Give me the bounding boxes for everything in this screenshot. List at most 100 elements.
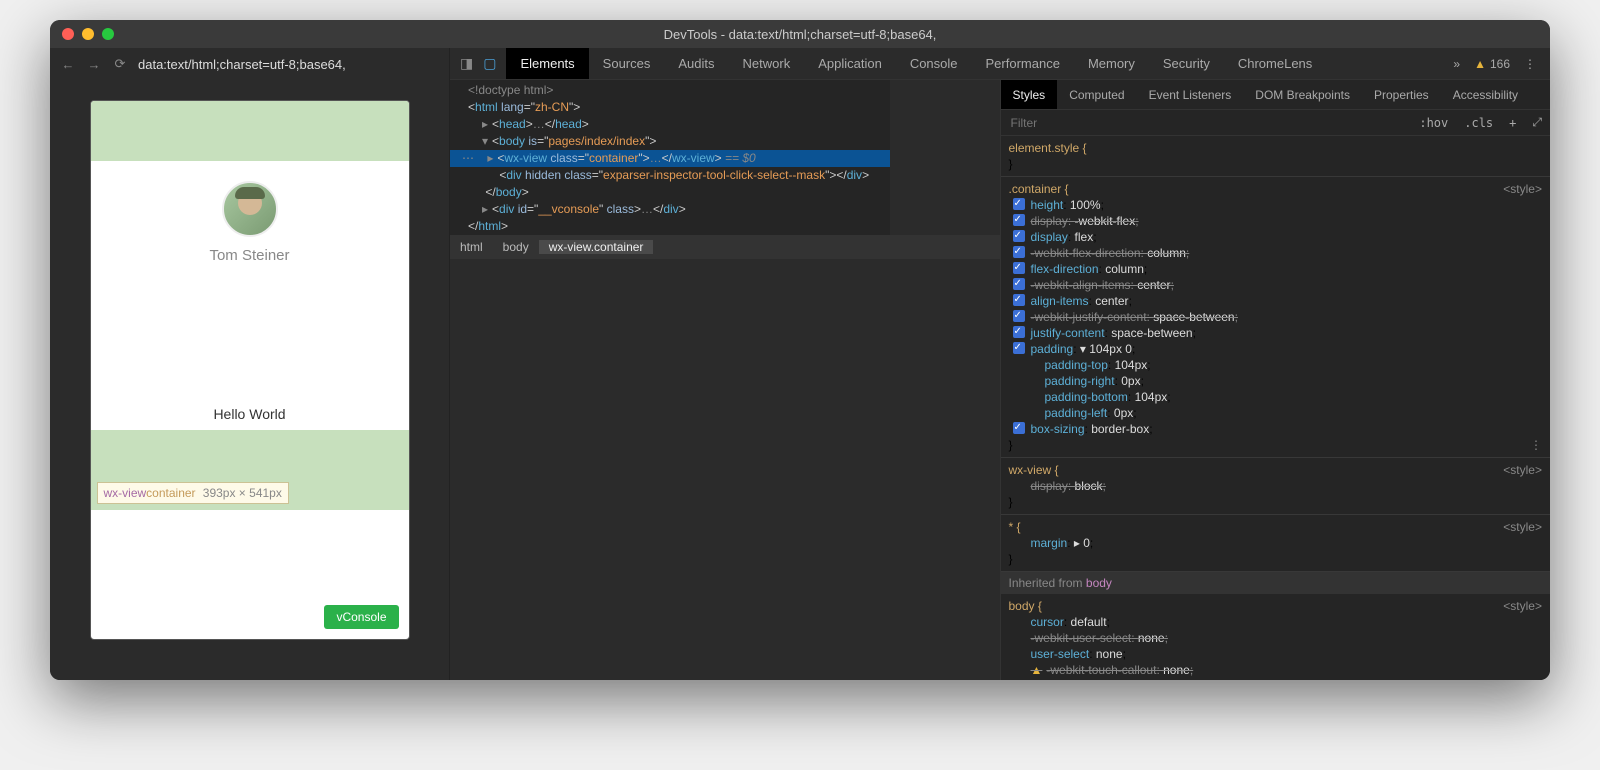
rule-element-style: element.style { }: [1001, 136, 1551, 177]
tab-security[interactable]: Security: [1149, 48, 1224, 79]
tab-elements[interactable]: Elements: [506, 48, 588, 79]
css-property[interactable]: justify-content: space-between;: [1009, 325, 1543, 341]
warnings-badge[interactable]: ▲ 166: [1474, 57, 1510, 71]
css-property[interactable]: ▲-webkit-touch-callout: none;: [1009, 662, 1543, 678]
checkbox-icon[interactable]: [1013, 262, 1025, 274]
tab-audits[interactable]: Audits: [664, 48, 728, 79]
hov-toggle[interactable]: :hov: [1411, 116, 1456, 130]
add-rule-button[interactable]: +: [1501, 116, 1524, 130]
forward-icon[interactable]: →: [86, 56, 102, 72]
sub-tabs: StylesComputedEvent ListenersDOM Breakpo…: [1001, 80, 1551, 110]
avatar: [222, 181, 278, 237]
breadcrumb-item[interactable]: html: [450, 240, 493, 254]
css-property[interactable]: display: block;: [1009, 478, 1543, 494]
filter-bar: :hov .cls + ⤢: [1001, 110, 1551, 136]
css-property[interactable]: display: -webkit-flex;: [1009, 213, 1543, 229]
main-tabs: ◨ ▢ ElementsSourcesAuditsNetworkApplicat…: [450, 48, 1550, 80]
css-property[interactable]: padding-left: 0px;: [1009, 405, 1543, 421]
tab-performance[interactable]: Performance: [972, 48, 1074, 79]
url-bar: ← → ⟳ data:text/html;charset=utf-8;base6…: [50, 48, 449, 80]
checkbox-icon[interactable]: [1013, 214, 1025, 226]
rule-container: .container {<style> height: 100%;display…: [1001, 177, 1551, 458]
css-property[interactable]: padding-top: 104px;: [1009, 357, 1543, 373]
css-property[interactable]: cursor: default;: [1009, 614, 1543, 630]
toolbar-icons: ◨ ▢: [450, 48, 506, 79]
checkbox-icon[interactable]: [1013, 278, 1025, 290]
dom-tree[interactable]: <!doctype html> <html lang="zh-CN"> ▸<he…: [450, 80, 890, 235]
rule-star: * {<style> margin: ▸ 0; }: [1001, 515, 1551, 572]
minimize-icon[interactable]: [82, 28, 94, 40]
checkbox-icon[interactable]: [1013, 326, 1025, 338]
device-toggle-icon[interactable]: ▢: [483, 55, 496, 72]
css-property[interactable]: display: flex;: [1009, 229, 1543, 245]
css-property[interactable]: align-items: center;: [1009, 293, 1543, 309]
css-property[interactable]: flex-direction: column;: [1009, 261, 1543, 277]
subtab-computed[interactable]: Computed: [1057, 80, 1136, 109]
css-property[interactable]: margin: ▸ 0;: [1009, 535, 1543, 551]
close-icon[interactable]: [62, 28, 74, 40]
url-text[interactable]: data:text/html;charset=utf-8;base64,: [138, 57, 439, 72]
inherited-header: Inherited from body: [1001, 572, 1551, 594]
subtab-event-listeners[interactable]: Event Listeners: [1137, 80, 1244, 109]
preview-panel: ← → ⟳ data:text/html;charset=utf-8;base6…: [50, 48, 450, 680]
checkbox-icon[interactable]: [1013, 246, 1025, 258]
device-footer: wx-viewcontainer 393px × 541px: [91, 430, 409, 510]
checkbox-icon[interactable]: [1013, 294, 1025, 306]
toolbar-right: » ▲ 166 ⋮: [1453, 48, 1550, 79]
more-icon[interactable]: ⋮: [1530, 437, 1542, 453]
subtab-accessibility[interactable]: Accessibility: [1441, 80, 1530, 109]
tab-chromelens[interactable]: ChromeLens: [1224, 48, 1326, 79]
tab-application[interactable]: Application: [804, 48, 896, 79]
css-property[interactable]: padding-bottom: 104px;: [1009, 389, 1543, 405]
breadcrumb-item[interactable]: body: [493, 240, 539, 254]
subtab-dom-breakpoints[interactable]: DOM Breakpoints: [1243, 80, 1362, 109]
style-rules[interactable]: element.style { } .container {<style> he…: [1001, 136, 1551, 680]
rule-wxview: wx-view {<style> display: block; }: [1001, 458, 1551, 515]
titlebar: DevTools - data:text/html;charset=utf-8;…: [50, 20, 1550, 48]
css-property[interactable]: -webkit-user-select: none;: [1009, 630, 1543, 646]
css-property[interactable]: padding: ▾ 104px 0;: [1009, 341, 1543, 357]
checkbox-icon[interactable]: [1013, 198, 1025, 210]
panels: <!doctype html> <html lang="zh-CN"> ▸<he…: [450, 80, 1550, 680]
checkbox-icon[interactable]: [1013, 230, 1025, 242]
breadcrumb-item[interactable]: wx-view.container: [539, 240, 654, 254]
window-title: DevTools - data:text/html;charset=utf-8;…: [664, 27, 937, 42]
warning-icon: ▲: [1031, 663, 1043, 677]
subtab-properties[interactable]: Properties: [1362, 80, 1441, 109]
device-frame: Tom Steiner Hello World wx-viewcontainer…: [90, 100, 410, 640]
vconsole-button[interactable]: vConsole: [324, 605, 398, 629]
device-area: Tom Steiner Hello World wx-viewcontainer…: [50, 80, 449, 680]
filter-input[interactable]: [1001, 116, 1412, 130]
subtab-styles[interactable]: Styles: [1001, 80, 1058, 109]
tab-network[interactable]: Network: [729, 48, 805, 79]
kebab-icon[interactable]: ⋮: [1524, 57, 1536, 71]
selected-dom-node[interactable]: ⋯ ▸<wx-view class="container">…</wx-view…: [450, 150, 890, 167]
inspect-icon[interactable]: ◨: [460, 55, 473, 72]
css-property[interactable]: box-sizing: border-box;: [1009, 421, 1543, 437]
tab-console[interactable]: Console: [896, 48, 972, 79]
tab-sources[interactable]: Sources: [589, 48, 665, 79]
checkbox-icon[interactable]: [1013, 422, 1025, 434]
username-label: Tom Steiner: [209, 247, 289, 264]
styles-panel: StylesComputedEvent ListenersDOM Breakpo…: [1000, 80, 1551, 680]
warning-count: 166: [1490, 57, 1510, 71]
reload-icon[interactable]: ⟳: [112, 56, 128, 72]
css-property[interactable]: -webkit-justify-content: space-between;: [1009, 309, 1543, 325]
back-icon[interactable]: ←: [60, 56, 76, 72]
more-tabs-icon[interactable]: »: [1453, 57, 1460, 71]
traffic-lights: [62, 28, 114, 40]
css-property[interactable]: height: 100%;: [1009, 197, 1543, 213]
main-area: ← → ⟳ data:text/html;charset=utf-8;base6…: [50, 48, 1550, 680]
css-property[interactable]: -webkit-flex-direction: column;: [1009, 245, 1543, 261]
device-content: Tom Steiner: [91, 161, 409, 270]
css-property[interactable]: user-select: none;: [1009, 646, 1543, 662]
cls-toggle[interactable]: .cls: [1456, 116, 1501, 130]
tab-memory[interactable]: Memory: [1074, 48, 1149, 79]
css-property[interactable]: padding-right: 0px;: [1009, 373, 1543, 389]
checkbox-icon[interactable]: [1013, 310, 1025, 322]
checkbox-icon[interactable]: [1013, 342, 1025, 354]
expand-icon[interactable]: ⤢: [1524, 115, 1550, 130]
css-property[interactable]: -webkit-align-items: center;: [1009, 277, 1543, 293]
warning-icon: ▲: [1474, 57, 1486, 71]
maximize-icon[interactable]: [102, 28, 114, 40]
